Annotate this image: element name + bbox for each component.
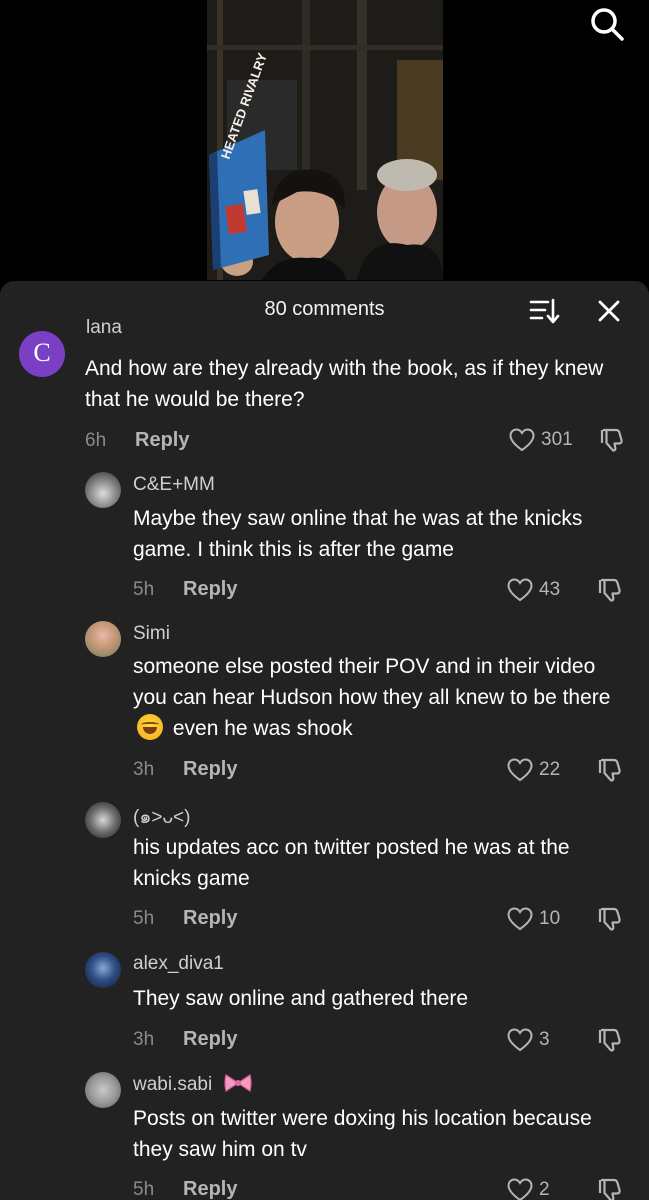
heart-icon: [507, 758, 533, 782]
comment-text: someone else posted their POV and in the…: [133, 651, 628, 744]
avatar[interactable]: [85, 621, 121, 657]
comment-text: Maybe they saw online that he was at the…: [133, 507, 583, 561]
ribbon-icon: [223, 1074, 252, 1092]
comment-username[interactable]: Simi: [133, 623, 170, 645]
heart-icon: [507, 578, 533, 602]
search-button[interactable]: [589, 6, 627, 44]
dislike-button[interactable]: [597, 906, 623, 932]
dislike-icon: [598, 1178, 621, 1200]
comment-text: And how are they already with the book, …: [85, 357, 604, 411]
comment-username[interactable]: wabi.sabi: [133, 1073, 252, 1096]
comment-time: 3h: [133, 1029, 155, 1050]
comment-time: 5h: [133, 1179, 155, 1200]
comment-time: 3h: [133, 759, 155, 780]
comment-item: (๑˃ᴗ˂) his updates acc on twitter posted…: [0, 800, 649, 945]
sort-icon: [529, 298, 560, 324]
dislike-button[interactable]: [599, 427, 625, 453]
like-count: 2: [539, 1179, 550, 1200]
like-button[interactable]: 22: [507, 757, 560, 783]
heart-icon: [507, 1178, 533, 1200]
dislike-button[interactable]: [597, 757, 623, 783]
avatar[interactable]: [85, 472, 121, 508]
comment-item: alex_diva1 They saw online and gathered …: [0, 951, 649, 1066]
reply-button[interactable]: Reply: [183, 1028, 237, 1051]
reply-button[interactable]: Reply: [183, 1178, 237, 1200]
heart-icon: [507, 1028, 533, 1052]
comment-username[interactable]: (๑˃ᴗ˂): [133, 802, 190, 832]
like-button[interactable]: 10: [507, 906, 560, 932]
comment-time: 6h: [85, 430, 107, 451]
dislike-button[interactable]: [597, 577, 623, 603]
heart-icon: [509, 428, 535, 452]
comment-item: lana C And how are they already with the…: [0, 317, 649, 469]
comment-text-part: even he was shook: [172, 717, 353, 740]
like-count: 10: [539, 908, 561, 929]
like-button[interactable]: 43: [507, 577, 560, 603]
comment-username[interactable]: alex_diva1: [133, 953, 224, 975]
comment-text: his updates acc on twitter posted he was…: [133, 836, 570, 890]
like-count: 22: [539, 759, 561, 780]
username-text: wabi.sabi: [133, 1074, 213, 1095]
comment-item: C&E+MM Maybe they saw online that he was…: [0, 471, 649, 616]
reply-button[interactable]: Reply: [183, 907, 237, 930]
tears-of-joy-emoji: [137, 714, 163, 740]
comment-item: Simi someone else posted their POV and i…: [0, 621, 649, 796]
dislike-icon: [600, 428, 623, 452]
avatar[interactable]: C: [19, 331, 65, 377]
like-count: 301: [541, 429, 573, 450]
like-button[interactable]: 3: [507, 1027, 550, 1053]
reply-button[interactable]: Reply: [135, 429, 189, 452]
like-count: 3: [539, 1029, 550, 1050]
comments-sheet: 80 comments lana C And how are they alre…: [0, 281, 649, 1200]
reply-button[interactable]: Reply: [183, 578, 237, 601]
comment-username[interactable]: C&E+MM: [133, 474, 215, 496]
dislike-icon: [598, 758, 621, 782]
like-button[interactable]: 301: [509, 427, 573, 453]
dislike-icon: [598, 578, 621, 602]
close-icon: [598, 300, 620, 322]
like-button[interactable]: 2: [507, 1177, 550, 1200]
dislike-icon: [598, 907, 621, 931]
dislike-button[interactable]: [597, 1027, 623, 1053]
comment-text: Posts on twitter were doxing his locatio…: [133, 1107, 592, 1161]
avatar[interactable]: [85, 802, 121, 838]
like-count: 43: [539, 579, 561, 600]
dislike-icon: [598, 1028, 621, 1052]
reply-button[interactable]: Reply: [183, 758, 237, 781]
comment-item: wabi.sabi Posts on twitter were doxing h…: [0, 1071, 649, 1200]
avatar[interactable]: [85, 1072, 121, 1108]
comment-time: 5h: [133, 579, 155, 600]
video-thumbnail[interactable]: HEATED RIVALRY: [207, 0, 443, 280]
close-button[interactable]: [597, 299, 621, 323]
avatar[interactable]: [85, 952, 121, 988]
comment-time: 5h: [133, 908, 155, 929]
search-icon: [591, 8, 624, 41]
avatar-letter: C: [33, 338, 51, 367]
comment-text: They saw online and gathered there: [133, 987, 469, 1010]
comment-text-part: someone else posted their POV and in the…: [133, 655, 611, 709]
comment-username[interactable]: lana: [86, 317, 122, 339]
video-area[interactable]: HEATED RIVALRY: [0, 0, 649, 300]
heart-icon: [507, 907, 533, 931]
dislike-button[interactable]: [597, 1177, 623, 1200]
video-scene: HEATED RIVALRY: [207, 0, 443, 280]
sort-button[interactable]: [528, 296, 560, 326]
